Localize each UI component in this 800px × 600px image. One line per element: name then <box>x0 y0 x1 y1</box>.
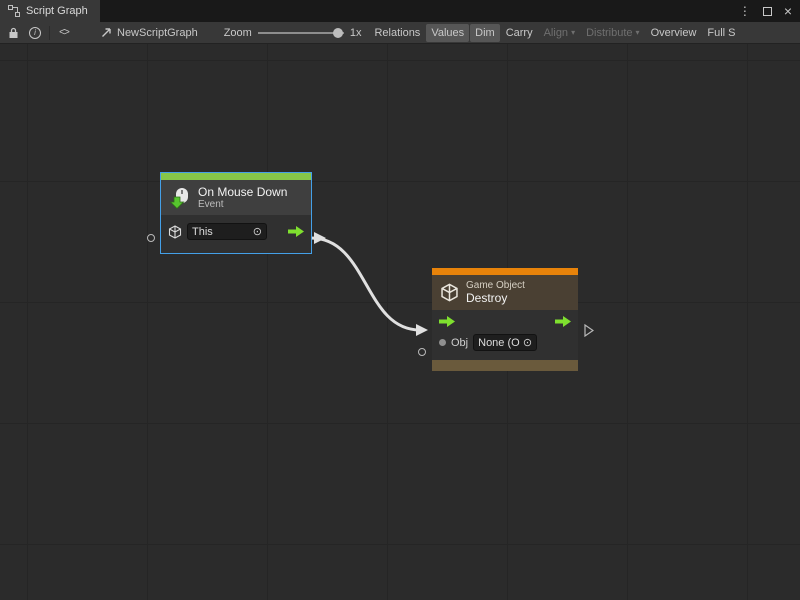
button-carry[interactable]: Carry <box>501 24 538 42</box>
gameobject-icon <box>440 283 459 302</box>
graph-canvas[interactable]: On Mouse Down Event This ⊙ <box>0 44 800 600</box>
node-footer <box>432 360 578 371</box>
node-on-mouse-down[interactable]: On Mouse Down Event This ⊙ <box>161 173 311 253</box>
button-distribute[interactable]: Distribute ▾ <box>581 24 644 42</box>
event-accent-strip <box>161 173 311 180</box>
lock-icon[interactable] <box>2 22 24 44</box>
destroy-accent-strip <box>432 268 578 275</box>
toolbar-buttons: Relations Values Dim Carry Align ▾ Distr… <box>369 24 741 42</box>
node-header[interactable]: Game Object Destroy <box>432 275 578 310</box>
button-fullscreen[interactable]: Full S <box>702 24 740 42</box>
button-dim[interactable]: Dim <box>470 24 500 42</box>
object-picker-icon[interactable]: ⊙ <box>253 225 262 238</box>
graph-breadcrumb[interactable]: NewScriptGraph <box>101 27 198 39</box>
node-title: On Mouse Down <box>198 185 287 199</box>
graph-name: NewScriptGraph <box>117 27 198 39</box>
graph-tab-icon <box>8 5 20 17</box>
zoom-value: 1x <box>350 27 362 39</box>
button-align[interactable]: Align ▾ <box>539 24 580 42</box>
target-field[interactable]: This ⊙ <box>187 223 267 240</box>
gameobject-icon <box>168 225 182 239</box>
flow-input-port[interactable] <box>439 316 455 327</box>
node-destroy[interactable]: Game Object Destroy Obj None (O ⊙ <box>432 268 578 371</box>
connection-wire <box>0 44 800 600</box>
tab-script-graph[interactable]: Script Graph <box>0 0 100 22</box>
zoom-slider[interactable] <box>258 32 344 34</box>
graph-toolbar: i <> NewScriptGraph Zoom 1x Relations Va… <box>0 22 800 44</box>
unconnected-port-triangle[interactable] <box>584 324 594 337</box>
tab-bar: Script Graph ⋮ × <box>0 0 800 22</box>
param-label: Obj <box>451 337 468 349</box>
node-title: Destroy <box>466 291 525 305</box>
object-picker-icon[interactable]: ⊙ <box>523 336 532 349</box>
node-header[interactable]: On Mouse Down Event <box>161 180 311 215</box>
chevron-down-icon: ▾ <box>571 28 575 37</box>
button-relations[interactable]: Relations <box>369 24 425 42</box>
zoom-label: Zoom <box>224 27 252 39</box>
node-category: Game Object <box>466 280 525 291</box>
chevron-down-icon: ▾ <box>636 28 640 37</box>
info-icon[interactable]: i <box>24 22 46 44</box>
obj-field[interactable]: None (O ⊙ <box>473 334 537 351</box>
mouse-down-event-icon <box>169 187 191 209</box>
node-subtitle: Event <box>198 199 287 210</box>
tab-title: Script Graph <box>26 5 88 17</box>
maximize-icon[interactable] <box>763 7 772 16</box>
button-overview[interactable]: Overview <box>646 24 702 42</box>
value-port-dot[interactable] <box>439 339 446 346</box>
graph-asset-icon <box>101 27 112 38</box>
toolbar-separator <box>49 26 50 40</box>
close-icon[interactable]: × <box>784 4 792 18</box>
destroy-obj-port[interactable] <box>418 348 426 356</box>
zoom-knob[interactable] <box>333 28 343 38</box>
window-menu-icon[interactable]: ⋮ <box>739 5 751 17</box>
flow-output-port[interactable] <box>288 226 304 237</box>
button-values[interactable]: Values <box>426 24 469 42</box>
flow-output-port[interactable] <box>555 316 571 327</box>
event-target-port[interactable] <box>147 234 155 242</box>
code-icon[interactable]: <> <box>53 22 75 44</box>
